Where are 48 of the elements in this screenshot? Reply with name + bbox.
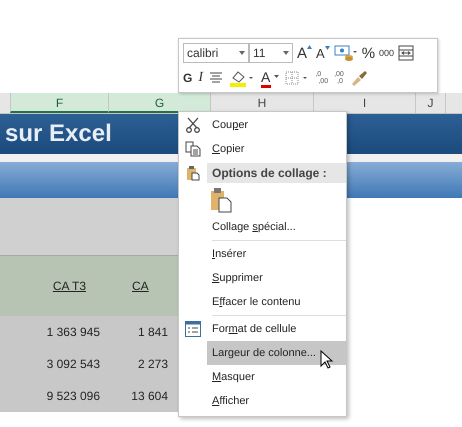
mouse-cursor-icon (320, 350, 334, 370)
copy-icon (185, 141, 201, 157)
bold-button[interactable]: G (183, 71, 192, 85)
table-cell-text: 2 273 (136, 357, 168, 371)
size-dropdown[interactable]: 11 (249, 43, 293, 63)
menu-item[interactable]: Effacer le contenu (207, 290, 346, 314)
menu-item[interactable]: Copier (207, 137, 346, 161)
menu-item[interactable]: Format de cellule (207, 317, 346, 341)
thousands-button[interactable]: 000 (379, 48, 394, 58)
column-header[interactable]: G (108, 93, 210, 113)
table-cell-text: 3 092 543 (46, 357, 100, 371)
menu-item[interactable]: Collage spécial... (207, 215, 346, 239)
column-heading: CA T3 (52, 279, 86, 293)
menu-item[interactable]: Supprimer (207, 266, 346, 290)
align-center-icon[interactable] (209, 72, 224, 84)
menu-item[interactable]: Masquer (207, 365, 346, 389)
clipboard-icon (186, 165, 200, 181)
menu-item[interactable]: Insérer (207, 242, 346, 266)
menu-section-header: Options de collage : (207, 163, 346, 183)
table-cell-text: 13 604 (130, 389, 168, 403)
menu-item[interactable]: Largeur de colonne... (207, 341, 346, 365)
caret-icon (239, 51, 245, 55)
italic-button[interactable]: I (198, 70, 204, 86)
paintbrush-icon[interactable] (350, 70, 368, 86)
caret-icon (274, 75, 280, 78)
column-heading: CA (132, 279, 149, 293)
grow-font-button[interactable]: A (297, 44, 312, 62)
shrink-font-button[interactable]: A (316, 46, 330, 60)
borders-icon[interactable] (285, 71, 310, 85)
sheet-title: sur Excel (5, 120, 112, 148)
percent-button[interactable]: % (362, 44, 376, 62)
column-header[interactable]: F (10, 93, 108, 113)
menu-item[interactable]: Afficher (207, 389, 346, 413)
caret-icon (324, 46, 330, 50)
format-cells-icon (185, 321, 201, 337)
menu-item[interactable]: Couper (207, 113, 346, 137)
table-cell-text: 9 523 096 (46, 389, 100, 403)
caret-icon (283, 51, 289, 55)
paste-icon[interactable] (210, 187, 232, 213)
scissors-icon (185, 117, 201, 133)
money-icon[interactable] (334, 44, 358, 62)
font-color-button[interactable]: A (261, 68, 280, 88)
table-cell-text: 1 363 945 (46, 325, 100, 339)
font-dropdown[interactable]: calibri (183, 43, 249, 63)
table-cell-text: 1 841 (136, 325, 168, 339)
table-icon[interactable] (398, 45, 414, 61)
fill-color-icon[interactable] (229, 69, 256, 87)
caret-icon (307, 44, 312, 48)
